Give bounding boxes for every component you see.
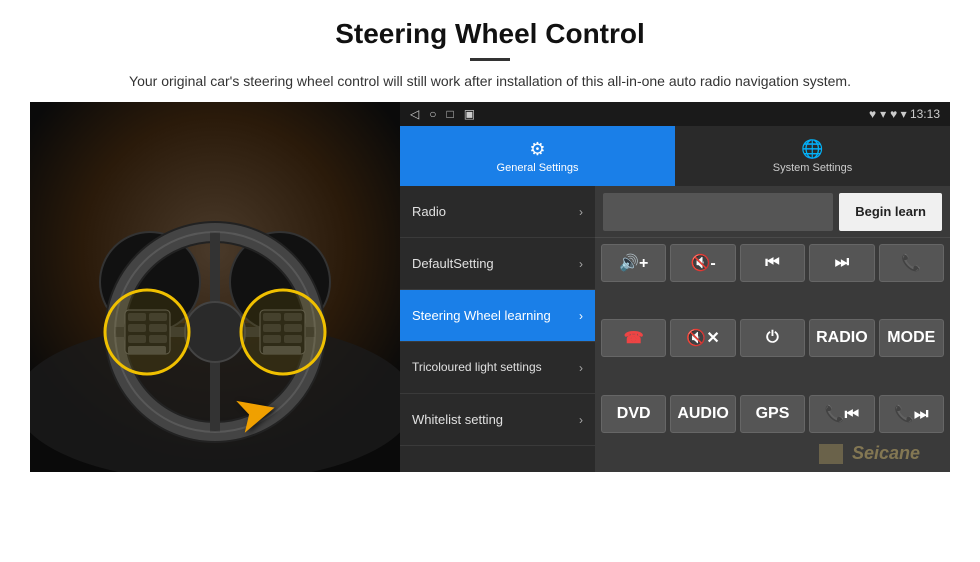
prev-track-button[interactable]: ⏮ [740, 244, 805, 282]
volume-up-button[interactable]: 🔊+ [601, 244, 666, 282]
power-icon: ⏻ [766, 329, 779, 347]
car-image-area: ➤ [30, 102, 400, 472]
phone-answer-icon: 📞 [901, 253, 921, 273]
control-button-grid: 🔊+ 🔇- ⏮ ⏭ 📞 ☎ [595, 238, 950, 472]
menu-item-default-setting[interactable]: DefaultSetting › [400, 238, 595, 290]
chevron-right-icon: › [579, 205, 583, 219]
page-title: Steering Wheel Control [60, 18, 920, 50]
menu-item-steering-wheel[interactable]: Steering Wheel learning › [400, 290, 595, 342]
radio-button-label: RADIO [816, 329, 868, 347]
learned-key-display [603, 193, 833, 231]
phone-prev-icon: 📞⏮ [825, 404, 859, 424]
volume-up-icon: 🔊+ [619, 253, 648, 273]
divider [470, 58, 510, 61]
page-header: Steering Wheel Control Your original car… [0, 0, 980, 102]
audio-button[interactable]: AUDIO [670, 395, 735, 433]
dvd-button-label: DVD [617, 405, 651, 423]
next-track-icon: ⏭ [835, 254, 849, 272]
mode-button[interactable]: MODE [879, 319, 944, 357]
mute-icon: 🔇✕ [686, 328, 719, 348]
menu-item-default-label: DefaultSetting [412, 256, 494, 272]
chevron-right-icon: › [579, 257, 583, 271]
phone-hangup-icon: ☎ [624, 328, 644, 348]
time-display: ♥ ▾ 13:13 [890, 107, 940, 121]
system-settings-icon: 🌐 [801, 139, 823, 160]
tab-general-settings[interactable]: ⚙ General Settings [400, 126, 675, 186]
right-control-panel: Begin learn 🔊+ 🔇- ⏮ ⏭ [595, 186, 950, 472]
volume-down-button[interactable]: 🔇- [670, 244, 735, 282]
status-bar: ◁ ○ □ ▣ ♥ ▾ ♥ ▾ 13:13 [400, 102, 950, 126]
car-interior-svg [30, 102, 400, 472]
phone-next-icon: 📞⏭ [894, 404, 928, 424]
gps-button[interactable]: GPS [740, 395, 805, 433]
tab-system-settings[interactable]: 🌐 System Settings [675, 126, 950, 186]
gps-icon: ♥ [869, 107, 876, 121]
menu-item-radio[interactable]: Radio › [400, 186, 595, 238]
begin-learn-button[interactable]: Begin learn [839, 193, 942, 231]
menu-item-tricoloured[interactable]: Tricoloured light settings › [400, 342, 595, 394]
status-bar-nav-icons: ◁ ○ □ ▣ [410, 107, 475, 121]
menu-item-radio-label: Radio [412, 204, 446, 220]
dvd-button[interactable]: DVD [601, 395, 666, 433]
signal-icon: ▾ [880, 107, 886, 121]
radio-button[interactable]: RADIO [809, 319, 874, 357]
power-button[interactable]: ⏻ [740, 319, 805, 357]
menu-item-tricoloured-label: Tricoloured light settings [412, 360, 542, 374]
top-tabs: ⚙ General Settings 🌐 System Settings [400, 126, 950, 186]
phone-next-button[interactable]: 📞⏭ [879, 395, 944, 433]
chevron-right-icon: › [579, 309, 583, 323]
phone-prev-button[interactable]: 📞⏮ [809, 395, 874, 433]
tab-general-label: General Settings [497, 162, 579, 174]
menu-item-whitelist-label: Whitelist setting [412, 412, 503, 428]
phone-answer-button[interactable]: 📞 [879, 244, 944, 282]
next-track-button[interactable]: ⏭ [809, 244, 874, 282]
gps-button-label: GPS [756, 405, 790, 423]
recent-icon[interactable]: □ [446, 107, 453, 121]
general-settings-icon: ⚙ [529, 139, 545, 160]
left-menu: Radio › DefaultSetting › Steering Wheel … [400, 186, 595, 472]
mute-button[interactable]: 🔇✕ [670, 319, 735, 357]
phone-hangup-button[interactable]: ☎ [601, 319, 666, 357]
steering-wheel-image: ➤ [30, 102, 400, 472]
chevron-right-icon: › [579, 413, 583, 427]
volume-down-icon: 🔇- [690, 253, 715, 273]
mode-button-label: MODE [887, 329, 935, 347]
menu-item-steering-label: Steering Wheel learning [412, 308, 551, 324]
audio-button-label: AUDIO [677, 405, 729, 423]
menu-item-whitelist[interactable]: Whitelist setting › [400, 394, 595, 446]
main-content: ➤ ◁ ○ □ ▣ ♥ ▾ ♥ ▾ 13:13 ⚙ General Settin… [30, 102, 950, 472]
home-icon[interactable]: ○ [429, 107, 436, 121]
screen-content: Radio › DefaultSetting › Steering Wheel … [400, 186, 950, 472]
chevron-right-icon: › [579, 361, 583, 375]
status-bar-info: ♥ ▾ ♥ ▾ 13:13 [869, 107, 940, 121]
screenshot-icon[interactable]: ▣ [464, 107, 475, 121]
prev-track-icon: ⏮ [765, 254, 779, 272]
begin-learn-row: Begin learn [595, 186, 950, 238]
page-description: Your original car's steering wheel contr… [60, 71, 920, 92]
back-icon[interactable]: ◁ [410, 107, 419, 121]
android-screen: ◁ ○ □ ▣ ♥ ▾ ♥ ▾ 13:13 ⚙ General Settings… [400, 102, 950, 472]
tab-system-label: System Settings [773, 162, 852, 174]
